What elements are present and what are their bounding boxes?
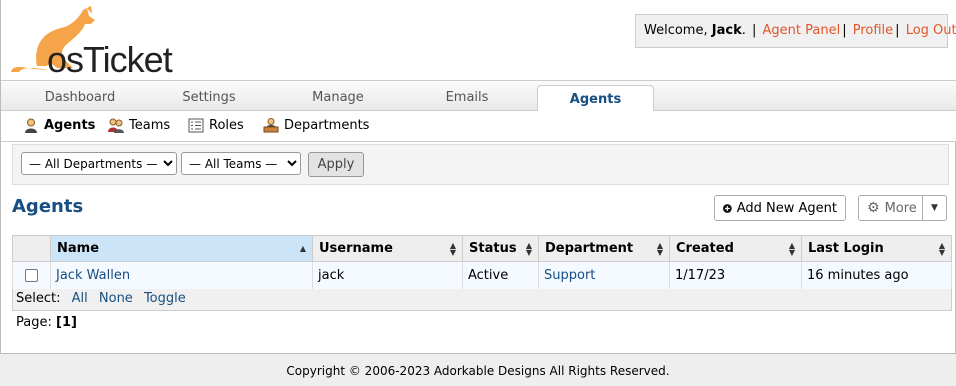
header-created[interactable]: Created ▲ ▼ <box>669 235 802 262</box>
pager-label: Page: <box>16 315 52 330</box>
subnav-roles[interactable]: Roles <box>188 118 244 133</box>
header-name[interactable]: Name ▲ <box>50 235 313 262</box>
agent-name-link[interactable]: Jack Wallen <box>56 268 130 283</box>
cell-status: Active <box>462 261 539 290</box>
table-row: Jack Wallen jack Active Support 1/17/23 … <box>12 261 952 290</box>
cell-name: Jack Wallen <box>50 261 313 290</box>
header-status[interactable]: Status ▲ ▼ <box>462 235 539 262</box>
select-label: Select: <box>16 291 61 306</box>
plus-circle-icon <box>723 203 732 213</box>
cell-created: 1/17/23 <box>669 261 802 290</box>
departments-icon <box>263 118 279 133</box>
tab-dashboard[interactable]: Dashboard <box>15 81 145 111</box>
apply-button[interactable]: Apply <box>308 152 364 177</box>
cell-username: jack <box>312 261 463 290</box>
gear-icon: ⚙ <box>867 200 880 216</box>
agents-table: Name ▲ Username ▲ ▼ Status ▲ ▼ Department ▲ ▼ C… <box>12 235 952 290</box>
department-link[interactable]: Support <box>544 268 595 283</box>
header-username[interactable]: Username ▲ ▼ <box>312 235 463 262</box>
copyright-text: Copyright © 2006-2023 Adorkable Designs … <box>286 364 670 378</box>
select-none-link[interactable]: None <box>99 291 133 306</box>
pager: Page: [1] <box>16 315 77 330</box>
welcome-text: Welcome, <box>644 23 708 38</box>
row-checkbox[interactable] <box>25 269 38 282</box>
sort-icon: ▲ ▼ <box>938 241 945 257</box>
logout-link[interactable]: Log Out <box>906 23 956 38</box>
sort-icon: ▲ ▼ <box>656 241 663 257</box>
cell-last-login: 16 minutes ago <box>801 261 952 290</box>
select-toggle-link[interactable]: Toggle <box>144 291 186 306</box>
more-label: More <box>884 200 917 216</box>
tab-emails[interactable]: Emails <box>402 81 532 111</box>
page-title: Agents <box>12 196 84 217</box>
more-dropdown-toggle[interactable]: ▼ <box>922 195 947 221</box>
filter-bar: — All Departments — — All Teams — Apply <box>12 144 949 185</box>
tab-settings[interactable]: Settings <box>144 81 274 111</box>
svg-text:osTicket: osTicket <box>47 39 173 78</box>
more-button[interactable]: ⚙ More <box>858 195 923 221</box>
subnav-agents[interactable]: Agents <box>23 118 95 133</box>
cell-department: Support <box>538 261 670 290</box>
osticket-logo[interactable]: osTicket <box>9 6 214 78</box>
header-select <box>12 235 51 262</box>
sort-asc-icon: ▲ <box>299 244 306 253</box>
roles-icon <box>188 118 204 133</box>
tab-manage[interactable]: Manage <box>273 81 403 111</box>
header-last-login[interactable]: Last Login ▲ ▼ <box>801 235 952 262</box>
caret-down-icon: ▼ <box>931 203 938 213</box>
subnav-departments[interactable]: Departments <box>263 118 369 133</box>
sort-icon: ▲ ▼ <box>525 241 532 257</box>
page-frame: osTicket Welcome, Jack. | Agent Panel | P… <box>0 0 956 354</box>
profile-link[interactable]: Profile <box>853 23 893 38</box>
footer: Copyright © 2006-2023 Adorkable Designs … <box>0 354 956 386</box>
subnav-departments-label: Departments <box>284 118 370 133</box>
main-nav: Dashboard Settings Manage Emails Agents <box>1 80 956 113</box>
header: osTicket Welcome, Jack. | Agent Panel | P… <box>1 0 956 80</box>
sort-icon: ▲ ▼ <box>788 241 795 257</box>
add-new-agent-label: Add New Agent <box>736 200 837 216</box>
agent-icon <box>25 118 37 133</box>
subnav-agents-label: Agents <box>44 118 96 133</box>
tab-agents[interactable]: Agents <box>537 85 654 113</box>
sub-nav: Agents Teams Roles Departments <box>1 111 956 142</box>
user-name: Jack <box>711 23 742 38</box>
subnav-teams[interactable]: Teams <box>108 118 170 133</box>
add-new-agent-button[interactable]: Add New Agent <box>714 195 846 221</box>
subnav-teams-label: Teams <box>129 118 171 133</box>
teams-icon <box>108 118 124 133</box>
current-page: [1] <box>56 315 77 330</box>
team-filter[interactable]: — All Teams — <box>181 152 301 175</box>
header-department[interactable]: Department ▲ ▼ <box>538 235 670 262</box>
user-box: Welcome, Jack. | Agent Panel | Profile | L… <box>635 14 956 48</box>
select-all-link[interactable]: All <box>72 291 88 306</box>
agent-panel-link[interactable]: Agent Panel <box>763 23 841 38</box>
select-bar: Select: All None Toggle <box>12 289 952 311</box>
table-header-row: Name ▲ Username ▲ ▼ Status ▲ ▼ Department ▲ ▼ C… <box>12 235 952 262</box>
subnav-roles-label: Roles <box>209 118 244 133</box>
row-select-cell <box>12 261 51 290</box>
department-filter[interactable]: — All Departments — <box>21 152 177 175</box>
sort-icon: ▲ ▼ <box>449 241 456 257</box>
